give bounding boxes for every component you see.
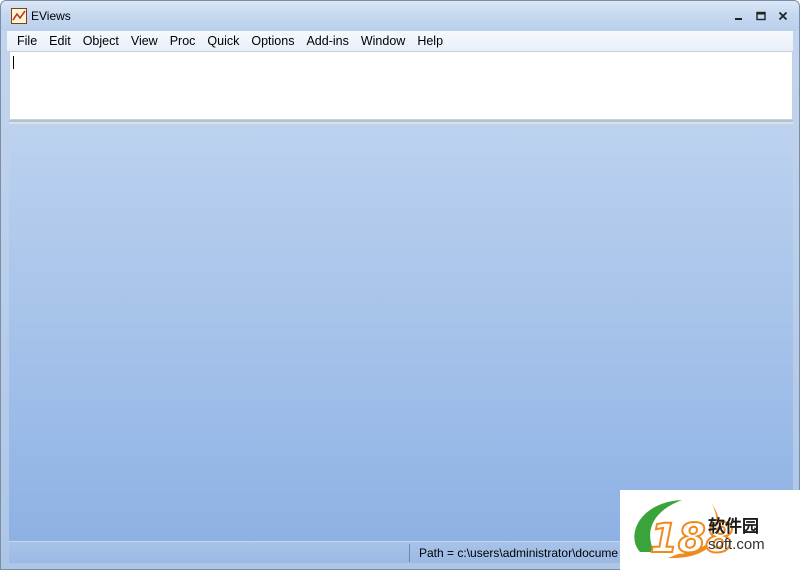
menu-window[interactable]: Window: [355, 31, 411, 51]
menu-bar: File Edit Object View Proc Quick Options…: [7, 31, 793, 51]
workspace-area[interactable]: [9, 125, 793, 541]
menu-help[interactable]: Help: [411, 31, 449, 51]
watermark-cn-text: 软件园: [708, 517, 759, 537]
maximize-icon: [756, 11, 766, 21]
eviews-chart-icon[interactable]: [11, 8, 27, 24]
minimize-button[interactable]: [729, 7, 749, 25]
maximize-button[interactable]: [751, 7, 771, 25]
close-button[interactable]: [773, 7, 793, 25]
window-controls: [729, 7, 793, 25]
menu-add-ins[interactable]: Add-ins: [300, 31, 354, 51]
watermark-logo: 188 软件园 soft.com: [620, 490, 800, 570]
text-caret: [13, 56, 14, 69]
minimize-icon: [735, 18, 742, 20]
menu-view[interactable]: View: [125, 31, 164, 51]
status-path: Path = c:\users\administrator\docume: [419, 546, 619, 560]
status-divider: [409, 544, 410, 562]
title-bar[interactable]: EViews: [1, 1, 799, 31]
command-window[interactable]: [9, 51, 793, 119]
window-title: EViews: [31, 9, 71, 23]
menu-options[interactable]: Options: [245, 31, 300, 51]
menu-edit[interactable]: Edit: [43, 31, 77, 51]
menu-file[interactable]: File: [11, 31, 43, 51]
close-icon: [778, 11, 788, 21]
menu-object[interactable]: Object: [77, 31, 125, 51]
menu-quick[interactable]: Quick: [201, 31, 245, 51]
eviews-window: EViews File Edit Object View Proc Quick …: [0, 0, 800, 570]
watermark-en-text: soft.com: [708, 536, 765, 553]
menu-proc[interactable]: Proc: [164, 31, 202, 51]
